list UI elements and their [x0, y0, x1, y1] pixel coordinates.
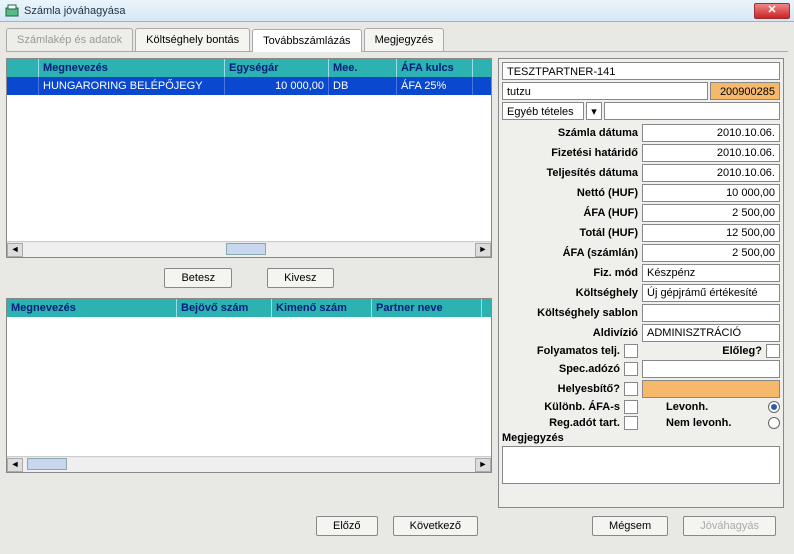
val-cost-center[interactable]: Új gépjrámű értékesíté [642, 284, 780, 302]
label-due-date: Fizetési határidő [502, 147, 642, 159]
close-button[interactable]: ✕ [754, 3, 790, 19]
val-pay-mode[interactable]: Készpénz [642, 264, 780, 282]
label-reg-tax: Reg.adót tart. [502, 417, 620, 429]
label-cost-template: Költséghely sablon [502, 307, 642, 319]
val-due-date[interactable]: 2010.10.06. [642, 144, 780, 162]
col-egysegar: Egységár [225, 59, 329, 77]
titlebar: Számla jóváhagyása ✕ [0, 0, 794, 22]
chk-spec-tax[interactable] [624, 362, 638, 376]
scroll-thumb[interactable] [27, 458, 67, 470]
approve-button[interactable]: Jóváhagyás [683, 516, 776, 536]
details-panel: TESZTPARTNER-141 tutzu 200900285 Egyéb t… [498, 58, 784, 508]
label-continuous: Folyamatos telj. [502, 345, 620, 357]
val-vat[interactable]: 2 500,00 [642, 204, 780, 222]
corrective-field[interactable] [642, 380, 780, 398]
label-pay-mode: Fiz. mód [502, 267, 642, 279]
items-grid-header: Megnevezés Egységár Mee. ÁFA kulcs [7, 59, 491, 77]
note-textarea[interactable] [502, 446, 780, 484]
label-non-deduct: Nem levonh. [660, 417, 764, 429]
app-icon [4, 3, 20, 19]
val-net[interactable]: 10 000,00 [642, 184, 780, 202]
other-items-value[interactable] [604, 102, 780, 120]
window-title: Számla jóváhagyása [24, 5, 754, 17]
label-total: Totál (HUF) [502, 227, 642, 239]
chk-diff-vat[interactable] [624, 400, 638, 414]
note-label: Megjegyzés [502, 432, 780, 444]
col2-partner: Partner neve [372, 299, 482, 317]
label-division: Aldivízió [502, 327, 642, 339]
tab-koltseghely[interactable]: Költséghely bontás [135, 28, 250, 51]
chk-advance[interactable] [766, 344, 780, 358]
col2-name: Megnevezés [7, 299, 177, 317]
chk-corrective[interactable] [624, 382, 638, 396]
val-perf-date[interactable]: 2010.10.06. [642, 164, 780, 182]
tab-tovabbszamlazas[interactable]: Továbbszámlázás [252, 29, 361, 52]
tutzu-field[interactable]: tutzu [502, 82, 708, 100]
next-button[interactable]: Következő [393, 516, 478, 536]
col2-out: Kimenő szám [272, 299, 372, 317]
label-cost-center: Költséghely [502, 287, 642, 299]
cell-name: HUNGARORING BELÉPŐJEGY [39, 77, 225, 95]
cell-mee: DB [329, 77, 397, 95]
table-row[interactable]: HUNGARORING BELÉPŐJEGY 10 000,00 DB ÁFA … [7, 77, 491, 95]
prev-button[interactable]: Előző [316, 516, 378, 536]
chk-reg-tax[interactable] [624, 416, 638, 430]
val-cost-template[interactable] [642, 304, 780, 322]
label-perf-date: Teljesítés dátuma [502, 167, 642, 179]
cell-price: 10 000,00 [225, 77, 329, 95]
scroll-right-icon[interactable]: ► [475, 458, 491, 472]
h-scrollbar[interactable]: ◄ ► [7, 241, 491, 257]
tab-bar: Számlakép és adatok Költséghely bontás T… [6, 28, 788, 52]
forward-grid[interactable]: Megnevezés Bejövő szám Kimenő szám Partn… [6, 298, 492, 473]
other-items-select[interactable]: Egyéb tételes [502, 102, 584, 120]
kivesz-button[interactable]: Kivesz [267, 268, 333, 288]
items-grid[interactable]: Megnevezés Egységár Mee. ÁFA kulcs HUNGA… [6, 58, 492, 258]
col-afa: ÁFA kulcs [397, 59, 473, 77]
label-vat-inv: ÁFA (számlán) [502, 247, 642, 259]
chk-continuous[interactable] [624, 344, 638, 358]
radio-non-deduct[interactable] [768, 417, 780, 429]
tab-megjegyzes[interactable]: Megjegyzés [364, 28, 445, 51]
label-deduct: Levonh. [660, 401, 764, 413]
scroll-thumb[interactable] [226, 243, 266, 255]
label-corrective: Helyesbítő? [502, 383, 620, 395]
scroll-left-icon[interactable]: ◄ [7, 243, 23, 257]
h-scrollbar-2[interactable]: ◄ ► [7, 456, 491, 472]
partner-field[interactable]: TESZTPARTNER-141 [502, 62, 780, 80]
betesz-button[interactable]: Betesz [164, 268, 232, 288]
tab-szamlakep[interactable]: Számlakép és adatok [6, 28, 133, 51]
chevron-down-icon[interactable]: ▾ [586, 102, 602, 120]
cell-vat: ÁFA 25% [397, 77, 473, 95]
scroll-right-icon[interactable]: ► [475, 243, 491, 257]
spec-tax-field[interactable] [642, 360, 780, 378]
val-division[interactable]: ADMINISZTRÁCIÓ [642, 324, 780, 342]
col2-in: Bejövő szám [177, 299, 272, 317]
radio-deduct[interactable] [768, 401, 780, 413]
label-advance: Előleg? [722, 345, 762, 357]
label-net: Nettó (HUF) [502, 187, 642, 199]
col-mee: Mee. [329, 59, 397, 77]
val-total[interactable]: 12 500,00 [642, 224, 780, 242]
scroll-left-icon[interactable]: ◄ [7, 458, 23, 472]
label-spec-tax: Spec.adózó [502, 363, 620, 375]
label-diff-vat: Különb. ÁFA-s [502, 401, 620, 413]
label-invoice-date: Számla dátuma [502, 127, 642, 139]
val-invoice-date[interactable]: 2010.10.06. [642, 124, 780, 142]
val-vat-inv[interactable]: 2 500,00 [642, 244, 780, 262]
label-vat: ÁFA (HUF) [502, 207, 642, 219]
cancel-button[interactable]: Mégsem [592, 516, 668, 536]
forward-grid-header: Megnevezés Bejövő szám Kimenő szám Partn… [7, 299, 491, 317]
number-field[interactable]: 200900285 [710, 82, 780, 100]
col-megnevezes: Megnevezés [39, 59, 225, 77]
